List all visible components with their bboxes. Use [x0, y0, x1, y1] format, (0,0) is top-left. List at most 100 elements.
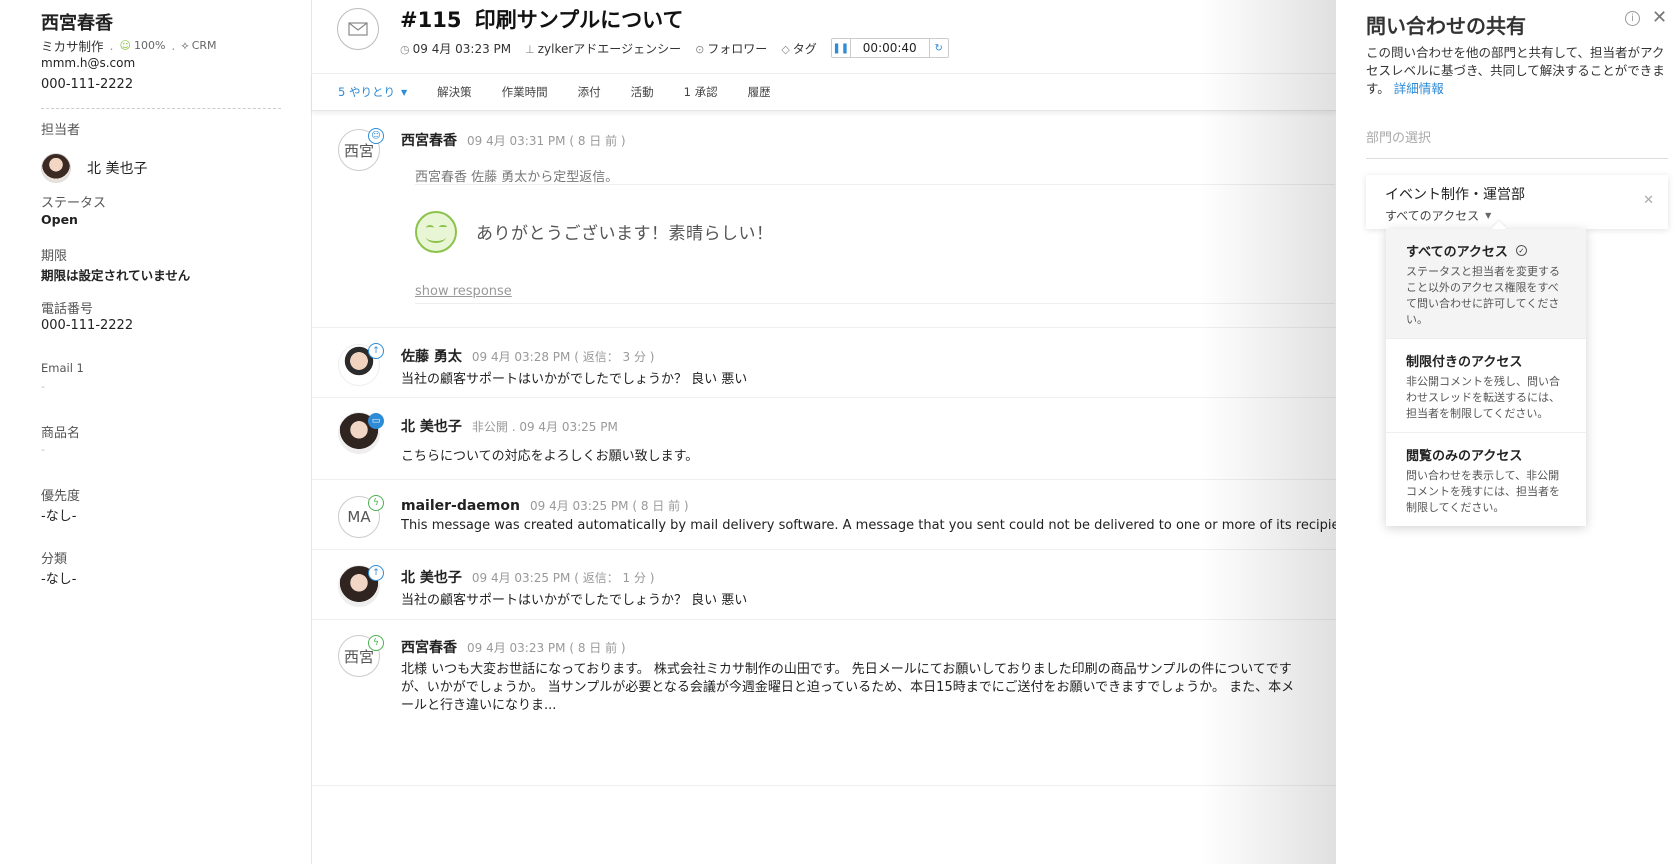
access-option-readonly[interactable]: 閲覧のみのアクセス 問い合わせを表示して、非公開コメントを残すには、担当者を制限… [1386, 433, 1586, 526]
divider [415, 184, 1335, 185]
thread-author: mailer-daemon [401, 498, 520, 514]
thread-header: 北 美也子 非公開 . 09 4月 03:25 PM [401, 416, 618, 436]
remove-department-icon[interactable]: ✕ [1643, 193, 1654, 208]
thread-author: 佐藤 勇太 [401, 349, 462, 365]
more-info-link[interactable]: 詳細情報 [1394, 81, 1444, 96]
thread-time: 09 4月 03:23 PM ( 8 日 前 ) [467, 641, 626, 655]
tab-conversations[interactable]: 5 やりとり ▼ [338, 84, 407, 100]
option-title: 制限付きのアクセス [1406, 355, 1523, 370]
status-label: ステータス [41, 196, 107, 211]
happiness-value: 100% [133, 39, 166, 52]
pause-icon[interactable]: ❚❚ [832, 39, 850, 57]
option-description: ステータスと担当者を変更すること以外のアクセス権限をすべて問い合わせに許可してく… [1406, 265, 1560, 326]
tab-attachments[interactable]: 添付 [578, 84, 601, 100]
product-value[interactable]: - [41, 443, 45, 456]
owner-field[interactable]: 北 美也子 [41, 153, 147, 183]
owner-avatar [41, 153, 71, 183]
thread-header: 北 美也子 09 4月 03:25 PM ( 返信： 1 分 ) [401, 567, 654, 587]
bolt-icon: ϟ [368, 635, 384, 651]
info-icon[interactable]: i [1625, 11, 1640, 26]
owner-value: 北 美也子 [87, 161, 148, 177]
thread-header: mailer-daemon 09 4月 03:25 PM ( 8 日 前 ) [401, 497, 689, 514]
department-card: イベント制作・運営部 すべてのアクセス ▼ ✕ [1366, 175, 1668, 229]
thread-header: 西宮春香 09 4月 03:23 PM ( 8 日 前 ) [401, 637, 626, 657]
follow-button[interactable]: ⊙ フォロワー [695, 40, 767, 57]
divider [41, 108, 281, 109]
tab-approvals[interactable]: 1 承認 [684, 84, 718, 100]
thread-item[interactable]: 西宮 ϟ 西宮春香 09 4月 03:23 PM ( 8 日 前 ) 北様 いつ… [312, 621, 1336, 786]
contact-company[interactable]: ミカサ制作 [41, 36, 104, 55]
thread-time: 09 4月 03:28 PM ( 返信： 3 分 ) [471, 350, 655, 364]
department-name: イベント制作・運営部 [1385, 187, 1525, 203]
status-value[interactable]: Open [41, 212, 78, 227]
feedback-text: ありがとうございます！素晴らしい！ [476, 224, 774, 244]
option-description: 問い合わせを表示して、非公開コメントを残すには、担当者を制限してください。 [1406, 469, 1560, 514]
feedback-icon: ☺ [368, 128, 384, 144]
close-icon[interactable]: ✕ [1652, 7, 1667, 28]
product-label: 商品名 [41, 426, 81, 441]
tab-resolution[interactable]: 解決策 [437, 84, 472, 100]
phone-value[interactable]: 000-111-2222 [41, 318, 133, 333]
option-title: 閲覧のみのアクセス [1406, 449, 1523, 464]
thread-body: こちらについての対応をよろしくお願い致します。 [401, 449, 699, 464]
category-value[interactable]: -なし- [41, 568, 76, 587]
contact-name[interactable]: 西宮春香 [41, 9, 113, 35]
thread-item[interactable]: ↑ 佐藤 勇太 09 4月 03:28 PM ( 返信： 3 分 ) 当社の顧客… [312, 329, 1336, 398]
bolt-icon: ϟ [368, 495, 384, 511]
happy-face-icon [415, 211, 457, 253]
ticket-account-wrap[interactable]: ⊥ zylkerアドエージェンシー [525, 40, 681, 57]
timer-value: 00:00:40 [849, 39, 930, 57]
access-level-dropdown[interactable]: すべてのアクセス ▼ [1385, 207, 1491, 224]
priority-label: 優先度 [41, 489, 81, 504]
share-panel: 問い合わせの共有 i ✕ この問い合わせを他の部門と共有して、担当者がアクセスレ… [1336, 0, 1679, 864]
thread-item[interactable]: ▭ 北 美也子 非公開 . 09 4月 03:25 PM こちらについての対応を… [312, 399, 1336, 480]
reply-arrow-icon: ↑ [368, 343, 384, 359]
access-option-restricted[interactable]: 制限付きのアクセス 非公開コメントを残し、問い合わせスレッドを転送するには、担当… [1386, 339, 1586, 433]
ticket-subject[interactable]: 印刷サンプルについて [475, 8, 684, 32]
separator: . [171, 38, 176, 53]
timer: ❚❚ 00:00:40 ↻ [830, 38, 949, 58]
happiness-rating: ☺ 100% [120, 39, 166, 52]
priority-value[interactable]: -なし- [41, 505, 76, 524]
show-response-link[interactable]: show response [415, 284, 512, 299]
tab-time[interactable]: 作業時間 [502, 84, 548, 100]
tag-button[interactable]: ◇ タグ [781, 40, 816, 57]
thread-header: 佐藤 勇太 09 4月 03:28 PM ( 返信： 3 分 ) [401, 346, 654, 366]
thread-author: 北 美也子 [401, 570, 462, 586]
thread-header: 西宮春香 09 4月 03:31 PM ( 8 日 前 ) [401, 130, 626, 150]
tag-label: タグ [792, 41, 817, 56]
thread-time: 09 4月 03:25 PM ( 返信： 1 分 ) [471, 571, 655, 585]
due-value[interactable]: 期限は設定されていません [41, 265, 190, 284]
access-option-full[interactable]: すべてのアクセス ✓ ステータスと担当者を変更すること以外のアクセス権限をすべて問… [1386, 229, 1586, 339]
refresh-icon[interactable]: ↻ [930, 39, 948, 57]
overlay-shadow [1200, 0, 1336, 864]
tab-activity[interactable]: 活動 [631, 84, 654, 100]
ticket-datetime: 09 4月 03:23 PM [412, 41, 512, 56]
contact-phone[interactable]: 000-111-2222 [41, 77, 133, 92]
ticket-account: zylkerアドエージェンシー [537, 41, 682, 56]
option-description: 非公開コメントを残し、問い合わせスレッドを転送するには、担当者を制限してください… [1406, 375, 1560, 420]
follow-label: フォロワー [707, 41, 768, 56]
chevron-down-icon: ▼ [400, 87, 408, 97]
thread-author: 西宮春香 [401, 133, 457, 149]
ticket-meta: ◷ 09 4月 03:23 PM ⊥ zylkerアドエージェンシー ⊙ フォロワー … [400, 38, 949, 58]
chevron-down-icon: ▼ [1485, 211, 1492, 220]
reply-arrow-icon: ↑ [368, 565, 384, 581]
email1-value[interactable]: - [41, 380, 45, 393]
ticket-datetime-wrap[interactable]: ◷ 09 4月 03:23 PM [400, 40, 511, 57]
contact-email[interactable]: mmm.h@s.com [41, 56, 135, 70]
comment-icon: ▭ [368, 413, 384, 429]
department-select[interactable]: 部門の選択 [1366, 127, 1668, 159]
tab-history[interactable]: 履歴 [748, 84, 771, 100]
org-icon: ⊥ [525, 42, 535, 56]
thread-body: 北様 いつも大変お世話になっております。 株式会社ミカサ制作の山田です。 先日メ… [401, 662, 1295, 713]
thread-time: 09 4月 03:25 PM ( 8 日 前 ) [529, 499, 689, 513]
check-circle-icon: ✓ [1515, 245, 1527, 256]
crm-link[interactable]: ⟡ CRM [181, 39, 216, 53]
thread-item[interactable]: ↑ 北 美也子 09 4月 03:25 PM ( 返信： 1 分 ) 当社の顧客… [312, 551, 1336, 620]
access-level-menu: すべてのアクセス ✓ ステータスと担当者を変更すること以外のアクセス権限をすべて問… [1386, 229, 1586, 526]
thread-item[interactable]: MA ϟ mailer-daemon 09 4月 03:25 PM ( 8 日 … [312, 481, 1336, 550]
category-label: 分類 [41, 552, 68, 567]
tab-conversations-label: 5 やりとり [338, 85, 395, 99]
thread-body: This message was created automatically b… [401, 518, 1336, 533]
